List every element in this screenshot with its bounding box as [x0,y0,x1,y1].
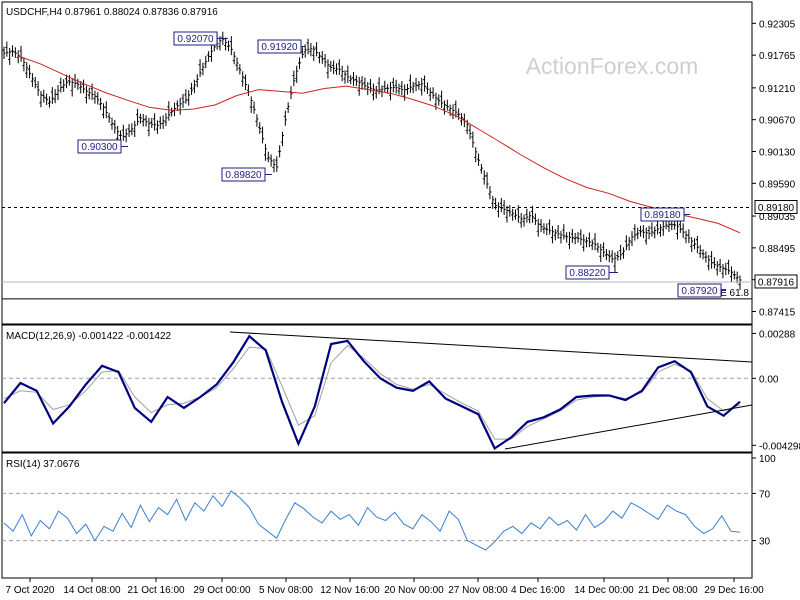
time-tick-label: 21 Oct 16:00 [127,585,185,596]
time-tick-label: 7 Oct 2020 [6,585,55,596]
chart-canvas: ActionForex.com USDCHF,H4 0.87961 0.8802… [1,1,800,596]
macd-tick-label: 0.00288 [759,329,796,340]
price-tick-label: 0.90670 [759,116,796,127]
rsi-title: RSI(14) 37.0676 [6,459,80,470]
time-tick-label: 29 Oct 00:00 [193,585,251,596]
price-tick-label: 0.91765 [759,51,796,62]
time-tick-label: 20 Nov 00:00 [384,585,444,596]
macd-title: MACD(12,26,9) -0.001422 -0.001422 [6,331,172,342]
price-annotation-label: 0.87920 [681,286,718,297]
price-title: USDCHF,H4 0.87961 0.88024 0.87836 0.8791… [6,7,218,18]
macd-axis: 0.00288 0.00 -0.004298 [752,329,800,452]
rsi-tick-label: 70 [759,489,771,500]
price-tick-label: 0.90130 [759,148,796,159]
price-annotation: 0.91920 [257,39,305,54]
current-price-tag: 0.87916 [754,274,798,289]
time-tick-label: 21 Dec 08:00 [638,585,698,596]
current-price-tag-text: 0.87916 [758,277,795,288]
time-tick-label: 12 Nov 16:00 [320,585,380,596]
price-tick-label: 0.92305 [759,19,796,30]
price-tick-label: 0.91210 [759,84,796,95]
price-tick-label: 0.89590 [759,179,796,190]
price-annotation: 0.90300 [77,139,128,154]
macd-tick-label: -0.004298 [759,441,800,452]
price-annotation-label: 0.89820 [225,170,262,181]
price-annotation-label: 0.92070 [177,34,214,45]
price-annotation-label: 0.88220 [569,268,606,279]
rsi-pane [1,452,753,579]
price-tick-label: 0.88495 [759,244,796,255]
price-pane [1,1,753,325]
price-annotation: 0.87920 [677,283,726,298]
time-tick-label: 29 Dec 16:00 [704,585,764,596]
rsi-tick-label: 30 [759,537,771,548]
price-axis: 0.92305 0.91765 0.91210 0.90670 0.90130 0.895… [752,19,796,319]
level-price-tag: 0.89180 [754,199,798,214]
price-annotation-label: 0.91920 [261,42,298,53]
time-tick-label: 14 Oct 08:00 [63,585,121,596]
time-axis: 7 Oct 2020 14 Oct 08:00 21 Oct 16:00 29 Oct… [6,578,764,596]
time-tick-label: 14 Dec 00:00 [574,585,634,596]
time-tick-label: 5 Nov 08:00 [259,585,313,596]
price-annotation-label: 0.90300 [81,142,118,153]
time-tick-label: 4 Dec 16:00 [511,585,565,596]
rsi-axis: 100 70 30 [752,454,776,548]
price-annotation: 0.89180 [640,207,690,222]
macd-tick-label: 0.00 [759,374,779,385]
rsi-tick-label: 100 [759,454,776,465]
watermark: ActionForex.com [526,53,699,79]
price-annotation-label: 0.89180 [644,210,681,221]
price-annotation: 0.89820 [221,167,272,182]
time-tick-label: 27 Nov 08:00 [448,585,508,596]
macd-pane [1,324,753,453]
price-tick-label: 0.87415 [759,308,796,319]
level-price-tag-text: 0.89180 [758,203,795,214]
